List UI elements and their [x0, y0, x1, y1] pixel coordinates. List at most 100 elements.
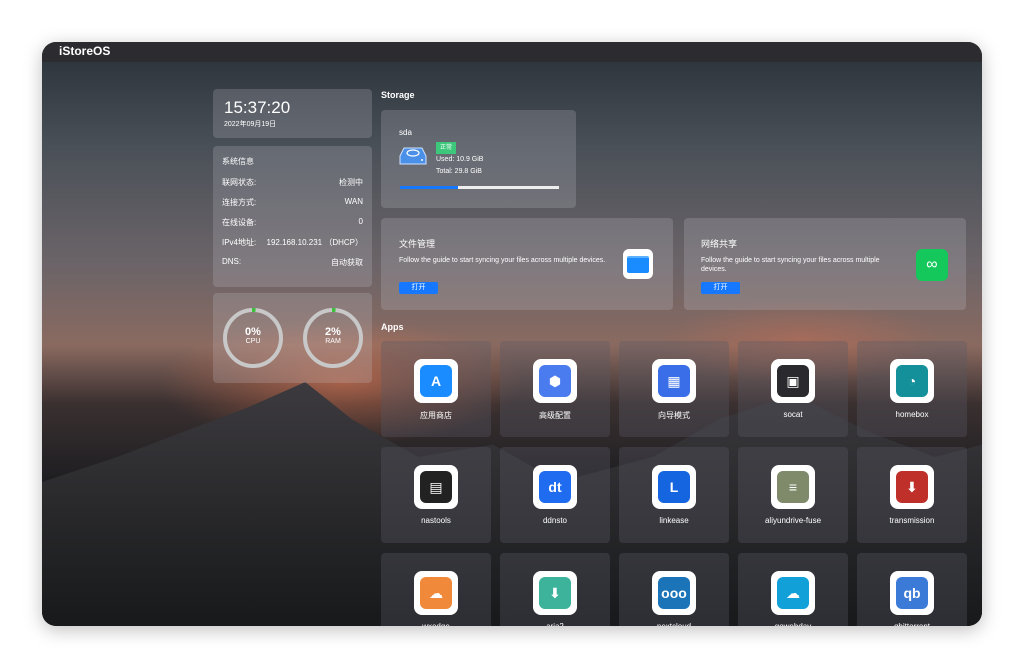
info-row-connection: 连接方式: WAN: [222, 197, 363, 208]
nextcloud-icon-glyph: ooo: [658, 577, 690, 609]
app-label: nastools: [421, 516, 451, 525]
app-label: ddnsto: [542, 516, 568, 525]
nas-icon-glyph: ▤: [420, 471, 452, 503]
app-tile-aria2[interactable]: ⬇ aria2: [500, 553, 610, 626]
app-label: 向导模式: [658, 411, 690, 420]
app-tile-linkease[interactable]: Llinkease: [619, 447, 729, 543]
wizard-grid-icon: ▦: [652, 359, 696, 403]
card-title: 文件管理: [399, 239, 436, 249]
info-label: 联网状态:: [222, 178, 257, 187]
info-label: IPv4地址:: [222, 238, 257, 247]
disk-total: Total: 29.8 GiB: [436, 168, 482, 175]
speedometer-icon-glyph: ◔: [896, 365, 928, 397]
qbittorrent-icon-glyph: qb: [896, 577, 928, 609]
open-network-share-button[interactable]: 打开: [701, 282, 740, 294]
app-tile-ddnsto[interactable]: dt ddnsto: [500, 447, 610, 543]
card-description: Follow the guide to start syncing your f…: [399, 257, 606, 264]
istoreos-window: iStoreOS 15:37:20 2022年09月19日 系统信息 联网状态:…: [42, 42, 982, 626]
app-tile-aliyundrive-fuse[interactable]: ≡ aliyundrive-fuse: [738, 447, 848, 543]
ram-gauge-text: 2% RAM: [301, 326, 365, 345]
info-label: 连接方式:: [222, 198, 257, 207]
info-value: 192.168.10.231 （DHCP）: [266, 238, 364, 247]
info-value: WAN: [344, 197, 363, 206]
app-tile-2[interactable]: ▦ 向导模式: [619, 341, 729, 437]
cloud-download-icon-glyph: ⬇: [539, 577, 571, 609]
app-tile-nastools[interactable]: ▤ nastools: [381, 447, 491, 543]
title-bar: iStoreOS: [42, 42, 982, 62]
info-value: 自动获取: [331, 258, 363, 267]
card-network-share: 网络共享 Follow the guide to start syncing y…: [684, 218, 966, 310]
folder-icon[interactable]: [623, 249, 653, 279]
card-file-manager: 文件管理 Follow the guide to start syncing y…: [381, 218, 673, 310]
wxedge-icon: ☁: [414, 571, 458, 615]
clock-date: 2022年09月19日: [224, 121, 277, 128]
app-label: 应用商店: [420, 411, 452, 420]
info-row-network: 联网状态: 检测中: [222, 177, 363, 188]
app-store-icon-glyph: A: [420, 365, 452, 397]
clock-panel: 15:37:20 2022年09月19日: [213, 89, 372, 138]
app-label: linkease: [659, 516, 689, 525]
storage-title: Storage: [381, 90, 415, 100]
app-label: aliyundrive-fuse: [764, 516, 822, 525]
server-icon: ≡: [771, 465, 815, 509]
info-value: 0: [358, 217, 363, 226]
wxedge-icon-glyph: ☁: [420, 577, 452, 609]
app-label: wxedge: [381, 622, 491, 626]
qbittorrent-icon: qb: [890, 571, 934, 615]
apps-title: Apps: [381, 322, 404, 332]
speedometer-icon: ◔: [890, 359, 934, 403]
ram-value: 2%: [325, 326, 341, 338]
disk-usage-bar: [400, 186, 559, 189]
server-icon-glyph: ≡: [777, 471, 809, 503]
disk-name: sda: [399, 128, 412, 137]
open-file-manager-button[interactable]: 打开: [399, 282, 438, 294]
gauges-panel: 0% CPU 2% RAM: [213, 293, 372, 383]
disk-usage-fill: [400, 186, 459, 189]
info-row-dns: DNS: 自动获取: [222, 257, 363, 268]
nextcloud-icon: ooo: [652, 571, 696, 615]
storage-card-sda[interactable]: sda 正常 Used: 10.9 GiB Total: 29.8 GiB: [381, 110, 576, 208]
info-label: DNS:: [222, 257, 242, 266]
ram-label: RAM: [325, 338, 341, 345]
cloud-download-icon: ⬇: [533, 571, 577, 615]
app-label: aria2: [500, 622, 610, 626]
card-title: 网络共享: [701, 239, 738, 249]
app-tile-homebox[interactable]: ◔ homebox: [857, 341, 967, 437]
nas-icon: ▤: [414, 465, 458, 509]
app-tile-qbittorrent[interactable]: qb qbittorrent: [857, 553, 967, 626]
app-tile-0[interactable]: A 应用商店: [381, 341, 491, 437]
cube-icon: ⬢: [533, 359, 577, 403]
share-link-icon[interactable]: ∞: [916, 249, 948, 281]
app-label: qbittorrent: [857, 622, 967, 626]
cpu-value: 0%: [245, 326, 261, 338]
transmission-icon: ⬇: [890, 465, 934, 509]
app-store-icon: A: [414, 359, 458, 403]
app-label: gowebdav: [738, 622, 848, 626]
clock-time: 15:37:20: [224, 98, 291, 117]
card-description: Follow the guide to start syncing your f…: [701, 257, 880, 273]
disk-status-badge: 正常: [436, 142, 457, 154]
webdav-cloud-icon: ☁: [771, 571, 815, 615]
info-row-devices: 在线设备: 0: [222, 217, 363, 228]
app-tile-1[interactable]: ⬢ 高级配置: [500, 341, 610, 437]
info-label: 在线设备:: [222, 218, 257, 227]
transmission-icon-glyph: ⬇: [896, 471, 928, 503]
app-tile-gowebdav[interactable]: ☁ gowebdav: [738, 553, 848, 626]
info-row-ipv4: IPv4地址: 192.168.10.231 （DHCP）: [222, 237, 363, 248]
app-tile-wxedge[interactable]: ☁ wxedge: [381, 553, 491, 626]
socat-icon-glyph: ▣: [777, 365, 809, 397]
app-tile-nextcloud[interactable]: ooo nextcloud: [619, 553, 729, 626]
app-label: homebox: [895, 410, 929, 419]
socat-icon: ▣: [771, 359, 815, 403]
wizard-grid-icon-glyph: ▦: [658, 365, 690, 397]
app-tile-transmission[interactable]: ⬇ transmission: [857, 447, 967, 543]
app-label: transmission: [889, 516, 935, 525]
linkease-icon-glyph: L: [658, 471, 690, 503]
system-info-panel: 系统信息 联网状态: 检测中 连接方式: WAN 在线设备: 0 IPv4地址: 192…: [213, 146, 372, 287]
cpu-gauge-text: 0% CPU: [221, 326, 285, 345]
hard-drive-icon: [399, 147, 427, 165]
linkease-icon: L: [652, 465, 696, 509]
app-label: socat: [783, 410, 803, 419]
app-tile-socat[interactable]: ▣ socat: [738, 341, 848, 437]
info-value: 检测中: [339, 178, 363, 187]
